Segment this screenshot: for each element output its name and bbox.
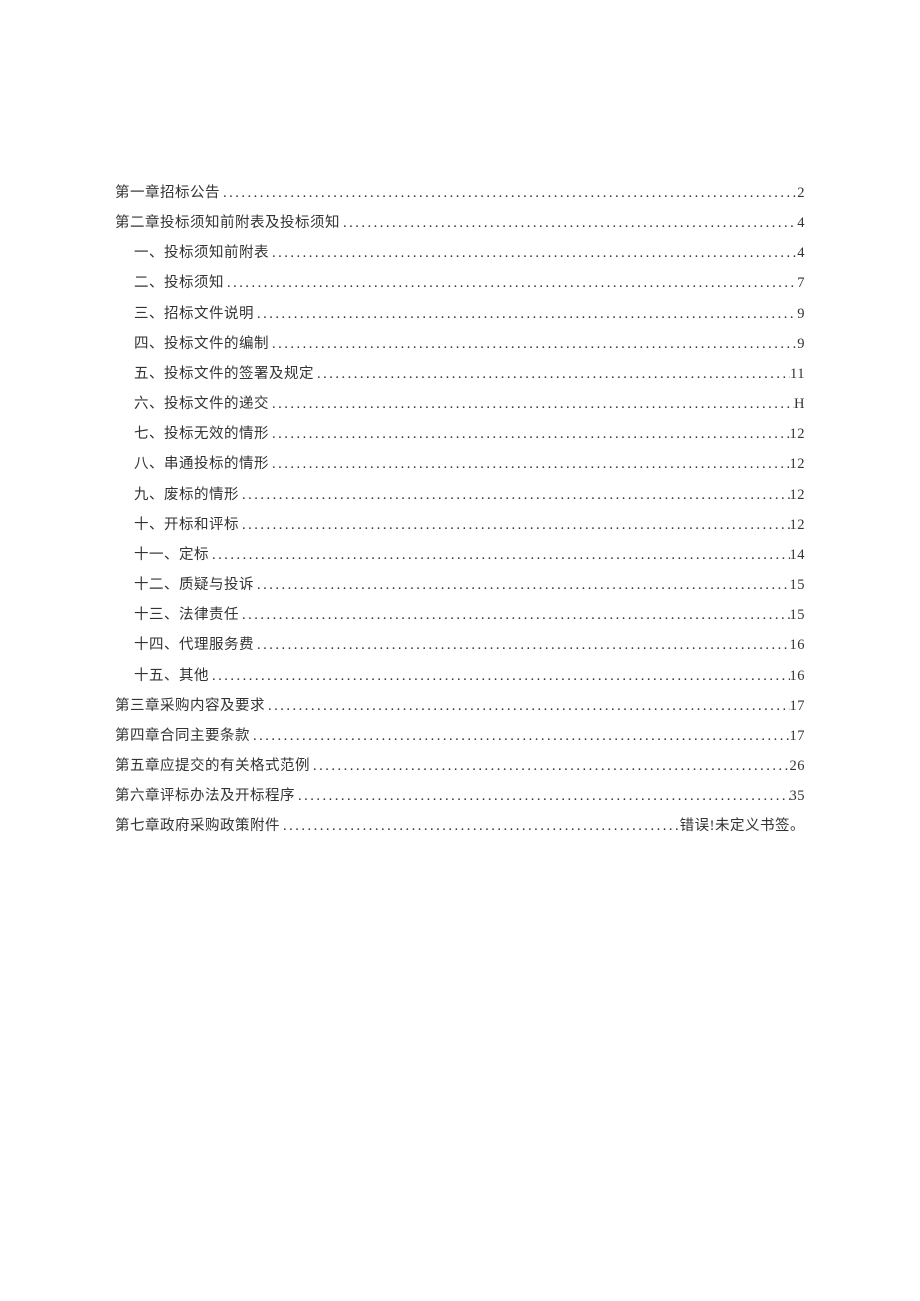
toc-dots [209,661,790,691]
toc-title: 十三、法律责任 [134,600,239,630]
toc-dots [340,208,797,238]
toc-dots [254,630,790,660]
toc-dots [250,721,790,751]
toc-dots [254,299,797,329]
toc-title: 八、串通投标的情形 [134,449,269,479]
toc-dots [224,268,797,298]
toc-entry: 七、投标无效的情形 12 [115,419,805,449]
toc-dots [310,751,790,781]
toc-page: 4 [797,238,805,268]
toc-entry: 十、开标和评标 12 [115,510,805,540]
toc-dots [314,359,790,389]
toc-dots [239,600,790,630]
toc-title: 第二章投标须知前附表及投标须知 [115,208,340,238]
toc-page: 14 [790,540,806,570]
toc-title: 十一、定标 [134,540,209,570]
toc-page: 11 [790,359,805,389]
toc-entry: 第二章投标须知前附表及投标须知 4 [115,208,805,238]
toc-dots [220,178,797,208]
toc-title: 四、投标文件的编制 [134,329,269,359]
toc-title: 三、招标文件说明 [134,299,254,329]
toc-entry: 八、串通投标的情形 12 [115,449,805,479]
toc-page: 26 [790,751,806,781]
toc-dots [269,419,790,449]
toc-page: H [794,389,805,419]
toc-dots [269,238,797,268]
toc-entry: 第一章招标公告 2 [115,178,805,208]
toc-title: 七、投标无效的情形 [134,419,269,449]
toc-title: 第七章政府采购政策附件 [115,811,280,841]
toc-title: 六、投标文件的递交 [134,389,269,419]
toc-page: 12 [790,419,806,449]
toc-dots [269,329,797,359]
toc-entry: 十五、其他 16 [115,661,805,691]
toc-page: 9 [797,329,805,359]
toc-entry: 六、投标文件的递交 H [115,389,805,419]
toc-title: 第一章招标公告 [115,178,220,208]
toc-title: 一、投标须知前附表 [134,238,269,268]
toc-page: 15 [790,570,806,600]
toc-entry: 十一、定标 14 [115,540,805,570]
toc-title: 二、投标须知 [134,268,224,298]
toc-entry: 第七章政府采购政策附件 错误!未定义书签。 [115,811,805,841]
toc-page: 2 [797,178,805,208]
toc-page: 12 [790,510,806,540]
toc-title: 第六章评标办法及开标程序 [115,781,295,811]
toc-page: 9 [797,299,805,329]
toc-page: 7 [797,268,805,298]
toc-title: 十、开标和评标 [134,510,239,540]
toc-entry: 第三章采购内容及要求 17 [115,691,805,721]
toc-dots [280,811,680,841]
toc-page: 错误!未定义书签。 [680,811,805,841]
toc-entry: 第四章合同主要条款 17 [115,721,805,751]
toc-entry: 十三、法律责任 15 [115,600,805,630]
toc-page: 12 [790,449,806,479]
toc-entry: 四、投标文件的编制 9 [115,329,805,359]
toc-title: 第三章采购内容及要求 [115,691,265,721]
toc-dots [239,480,790,510]
toc-container: 第一章招标公告2第二章投标须知前附表及投标须知4一、投标须知前附表4二、投标须知… [0,0,920,841]
toc-title: 第四章合同主要条款 [115,721,250,751]
toc-page: 17 [790,721,806,751]
toc-entry: 九、废标的情形 12 [115,480,805,510]
toc-entry: 二、投标须知 7 [115,268,805,298]
toc-page: 16 [790,661,806,691]
toc-entry: 第五章应提交的有关格式范例 26 [115,751,805,781]
toc-dots [254,570,790,600]
toc-title: 九、废标的情形 [134,480,239,510]
toc-entry: 三、招标文件说明 9 [115,299,805,329]
toc-dots [295,781,790,811]
toc-title: 第五章应提交的有关格式范例 [115,751,310,781]
toc-page: 15 [790,600,806,630]
toc-dots [269,389,794,419]
toc-entry: 五、投标文件的签署及规定 11 [115,359,805,389]
toc-page: 17 [790,691,806,721]
toc-dots [209,540,790,570]
toc-page: 4 [797,208,805,238]
toc-title: 十二、质疑与投诉 [134,570,254,600]
toc-dots [269,449,790,479]
toc-entry: 十四、代理服务费 16 [115,630,805,660]
toc-dots [239,510,790,540]
toc-title: 十五、其他 [134,661,209,691]
toc-entry: 第六章评标办法及开标程序 35 [115,781,805,811]
toc-title: 五、投标文件的签署及规定 [134,359,314,389]
toc-page: 35 [790,781,806,811]
toc-title: 十四、代理服务费 [134,630,254,660]
toc-page: 16 [790,630,806,660]
toc-page: 12 [790,480,806,510]
toc-dots [265,691,790,721]
toc-entry: 一、投标须知前附表 4 [115,238,805,268]
toc-entry: 十二、质疑与投诉 15 [115,570,805,600]
